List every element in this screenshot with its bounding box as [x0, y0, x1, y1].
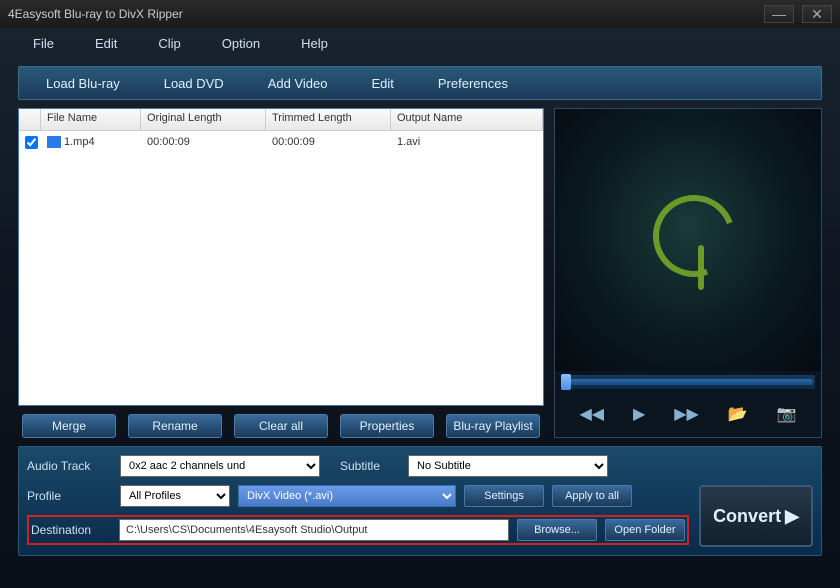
action-row: Merge Rename Clear all Properties Blu-ra… — [18, 414, 544, 438]
profile-row: Profile All Profiles DivX Video (*.avi) … — [27, 485, 689, 507]
load-dvd-button[interactable]: Load DVD — [142, 70, 246, 97]
titlebar: 4Easysoft Blu-ray to DivX Ripper — ✕ — [0, 0, 840, 28]
col-filename-header[interactable]: File Name — [41, 109, 141, 130]
menu-help[interactable]: Help — [283, 32, 346, 55]
minimize-button[interactable]: — — [764, 5, 794, 23]
profile-label: Profile — [27, 489, 112, 503]
seek-track — [563, 379, 813, 385]
menu-file[interactable]: File — [15, 32, 72, 55]
browse-button[interactable]: Browse... — [517, 519, 597, 541]
load-bluray-button[interactable]: Load Blu-ray — [24, 70, 142, 97]
left-panel: File Name Original Length Trimmed Length… — [18, 108, 544, 438]
seek-thumb[interactable] — [561, 374, 571, 390]
bottom-left: Profile All Profiles DivX Video (*.avi) … — [27, 485, 689, 547]
col-original-length-header[interactable]: Original Length — [141, 109, 266, 130]
menubar: File Edit Clip Option Help — [0, 28, 840, 58]
content-area: Load Blu-ray Load DVD Add Video Edit Pre… — [0, 58, 840, 588]
play-icon[interactable]: ▶ — [629, 400, 649, 428]
file-name-cell: 1.mp4 — [64, 136, 95, 148]
convert-label: Convert — [713, 506, 781, 527]
properties-button[interactable]: Properties — [340, 414, 434, 438]
convert-button[interactable]: Convert ▶ — [699, 485, 813, 547]
video-icon — [47, 136, 61, 148]
col-output-name-header[interactable]: Output Name — [391, 109, 543, 130]
destination-label: Destination — [31, 523, 111, 537]
snapshot-icon[interactable]: 📷 — [773, 400, 801, 428]
settings-button[interactable]: Settings — [464, 485, 544, 507]
merge-button[interactable]: Merge — [22, 414, 116, 438]
preview-screen — [555, 109, 821, 371]
player-controls: ◀◀ ▶ ▶▶ 📂 📷 — [555, 397, 821, 437]
rename-button[interactable]: Rename — [128, 414, 222, 438]
trimmed-length-cell: 00:00:09 — [266, 134, 391, 150]
arrow-right-icon: ▶ — [785, 506, 799, 527]
menu-option[interactable]: Option — [204, 32, 278, 55]
col-checkbox — [19, 109, 41, 130]
audio-track-label: Audio Track — [27, 459, 112, 473]
col-trimmed-length-header[interactable]: Trimmed Length — [266, 109, 391, 130]
file-list: File Name Original Length Trimmed Length… — [18, 108, 544, 406]
apply-to-all-button[interactable]: Apply to all — [552, 485, 632, 507]
destination-input[interactable] — [119, 519, 509, 541]
window-title: 4Easysoft Blu-ray to DivX Ripper — [8, 7, 183, 21]
window-controls: — ✕ — [764, 5, 832, 23]
output-name-cell: 1.avi — [391, 134, 543, 150]
next-icon[interactable]: ▶▶ — [670, 400, 703, 428]
row-checkbox[interactable] — [25, 136, 38, 149]
subtitle-label: Subtitle — [340, 459, 400, 473]
preview-panel: ◀◀ ▶ ▶▶ 📂 📷 — [554, 108, 822, 438]
bottom-panel: Audio Track 0x2 aac 2 channels und Subti… — [18, 446, 822, 556]
clear-all-button[interactable]: Clear all — [234, 414, 328, 438]
open-folder-button[interactable]: Open Folder — [605, 519, 685, 541]
preferences-button[interactable]: Preferences — [416, 70, 530, 97]
table-row[interactable]: 1.mp4 00:00:09 00:00:09 1.avi — [19, 131, 543, 153]
main-area: File Name Original Length Trimmed Length… — [18, 108, 822, 438]
menu-clip[interactable]: Clip — [140, 32, 198, 55]
menu-edit[interactable]: Edit — [77, 32, 135, 55]
subtitle-select[interactable]: No Subtitle — [408, 455, 608, 477]
audio-track-select[interactable]: 0x2 aac 2 channels und — [120, 455, 320, 477]
add-video-button[interactable]: Add Video — [246, 70, 350, 97]
logo-icon — [643, 190, 733, 290]
toolbar: Load Blu-ray Load DVD Add Video Edit Pre… — [18, 66, 822, 100]
list-header: File Name Original Length Trimmed Length… — [19, 109, 543, 131]
bluray-playlist-button[interactable]: Blu-ray Playlist — [446, 414, 540, 438]
open-icon[interactable]: 📂 — [724, 400, 752, 428]
prev-icon[interactable]: ◀◀ — [575, 400, 608, 428]
profile-convert-row: Profile All Profiles DivX Video (*.avi) … — [27, 485, 813, 547]
audio-subtitle-row: Audio Track 0x2 aac 2 channels und Subti… — [27, 455, 813, 477]
original-length-cell: 00:00:09 — [141, 134, 266, 150]
destination-row: Destination Browse... Open Folder — [27, 515, 689, 545]
profile-format-select[interactable]: DivX Video (*.avi) — [238, 485, 456, 507]
seek-bar[interactable] — [561, 375, 815, 389]
app-window: 4Easysoft Blu-ray to DivX Ripper — ✕ Fil… — [0, 0, 840, 588]
profile-category-select[interactable]: All Profiles — [120, 485, 230, 507]
toolbar-edit-button[interactable]: Edit — [349, 70, 415, 97]
close-button[interactable]: ✕ — [802, 5, 832, 23]
